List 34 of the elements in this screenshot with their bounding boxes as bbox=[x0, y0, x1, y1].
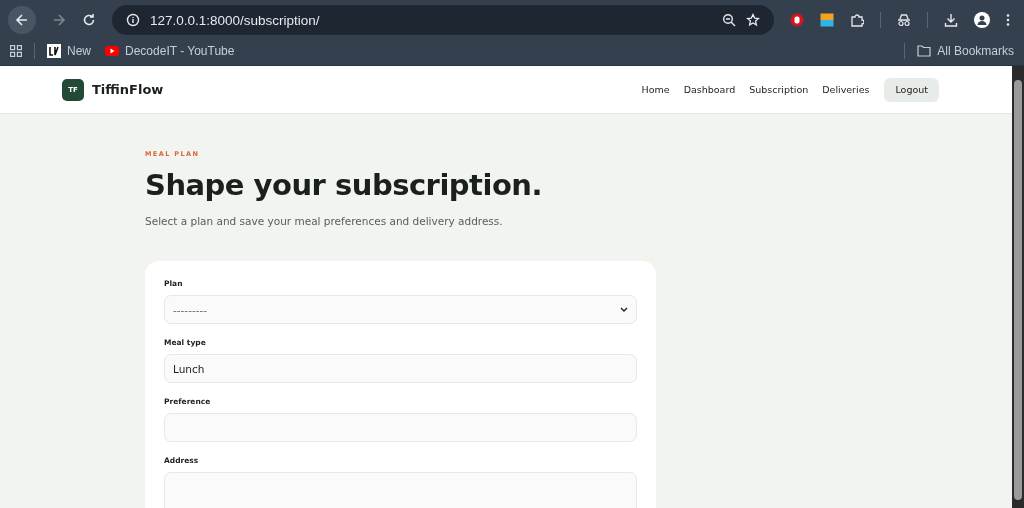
nav-link[interactable]: Subscription bbox=[749, 84, 809, 95]
brand-name[interactable]: TiffinFlow bbox=[92, 82, 164, 97]
bookmark-link[interactable]: New bbox=[47, 44, 91, 58]
input-field[interactable]: Lunch bbox=[164, 354, 637, 383]
download-icon[interactable] bbox=[944, 13, 958, 27]
folder-icon bbox=[917, 45, 932, 57]
scrollbar-thumb[interactable] bbox=[1014, 80, 1022, 500]
nav-link[interactable]: Deliveries bbox=[822, 84, 870, 95]
star-icon[interactable] bbox=[746, 13, 760, 27]
extensions-icon[interactable] bbox=[850, 13, 864, 27]
logout-button[interactable]: Logout bbox=[884, 77, 939, 102]
plan-select[interactable]: --------- bbox=[164, 295, 637, 324]
page-subtitle: Select a plan and save your meal preferences and delivery address. bbox=[145, 215, 504, 227]
url-text: 127.0.0.1:8000/subscription/ bbox=[150, 12, 321, 28]
nav-link[interactable]: Home bbox=[641, 84, 670, 95]
back-button[interactable] bbox=[8, 6, 36, 34]
forward-icon[interactable] bbox=[52, 13, 66, 27]
input-field[interactable] bbox=[164, 413, 637, 442]
nav-link[interactable]: Dashboard bbox=[683, 84, 736, 95]
bookmark-link[interactable]: DecodeIT - YouTube bbox=[105, 44, 235, 58]
site-logo-icon bbox=[47, 44, 61, 58]
back-icon[interactable] bbox=[15, 13, 29, 27]
incognito-icon[interactable] bbox=[897, 13, 911, 27]
chevron-down-icon bbox=[620, 307, 628, 312]
zoom-out-icon[interactable] bbox=[722, 13, 736, 27]
video-play-icon bbox=[105, 46, 119, 56]
all-bookmarks-button[interactable]: All Bookmarks bbox=[917, 44, 1014, 58]
info-icon[interactable] bbox=[126, 13, 140, 27]
address-bar[interactable]: 127.0.0.1:8000/subscription/ bbox=[112, 5, 774, 35]
more-icon[interactable] bbox=[1006, 13, 1010, 27]
profile-avatar-icon[interactable] bbox=[974, 12, 990, 28]
reload-icon[interactable] bbox=[82, 13, 96, 27]
apps-grid-icon[interactable] bbox=[10, 45, 22, 57]
page-title: Shape your subscription. bbox=[145, 167, 543, 203]
